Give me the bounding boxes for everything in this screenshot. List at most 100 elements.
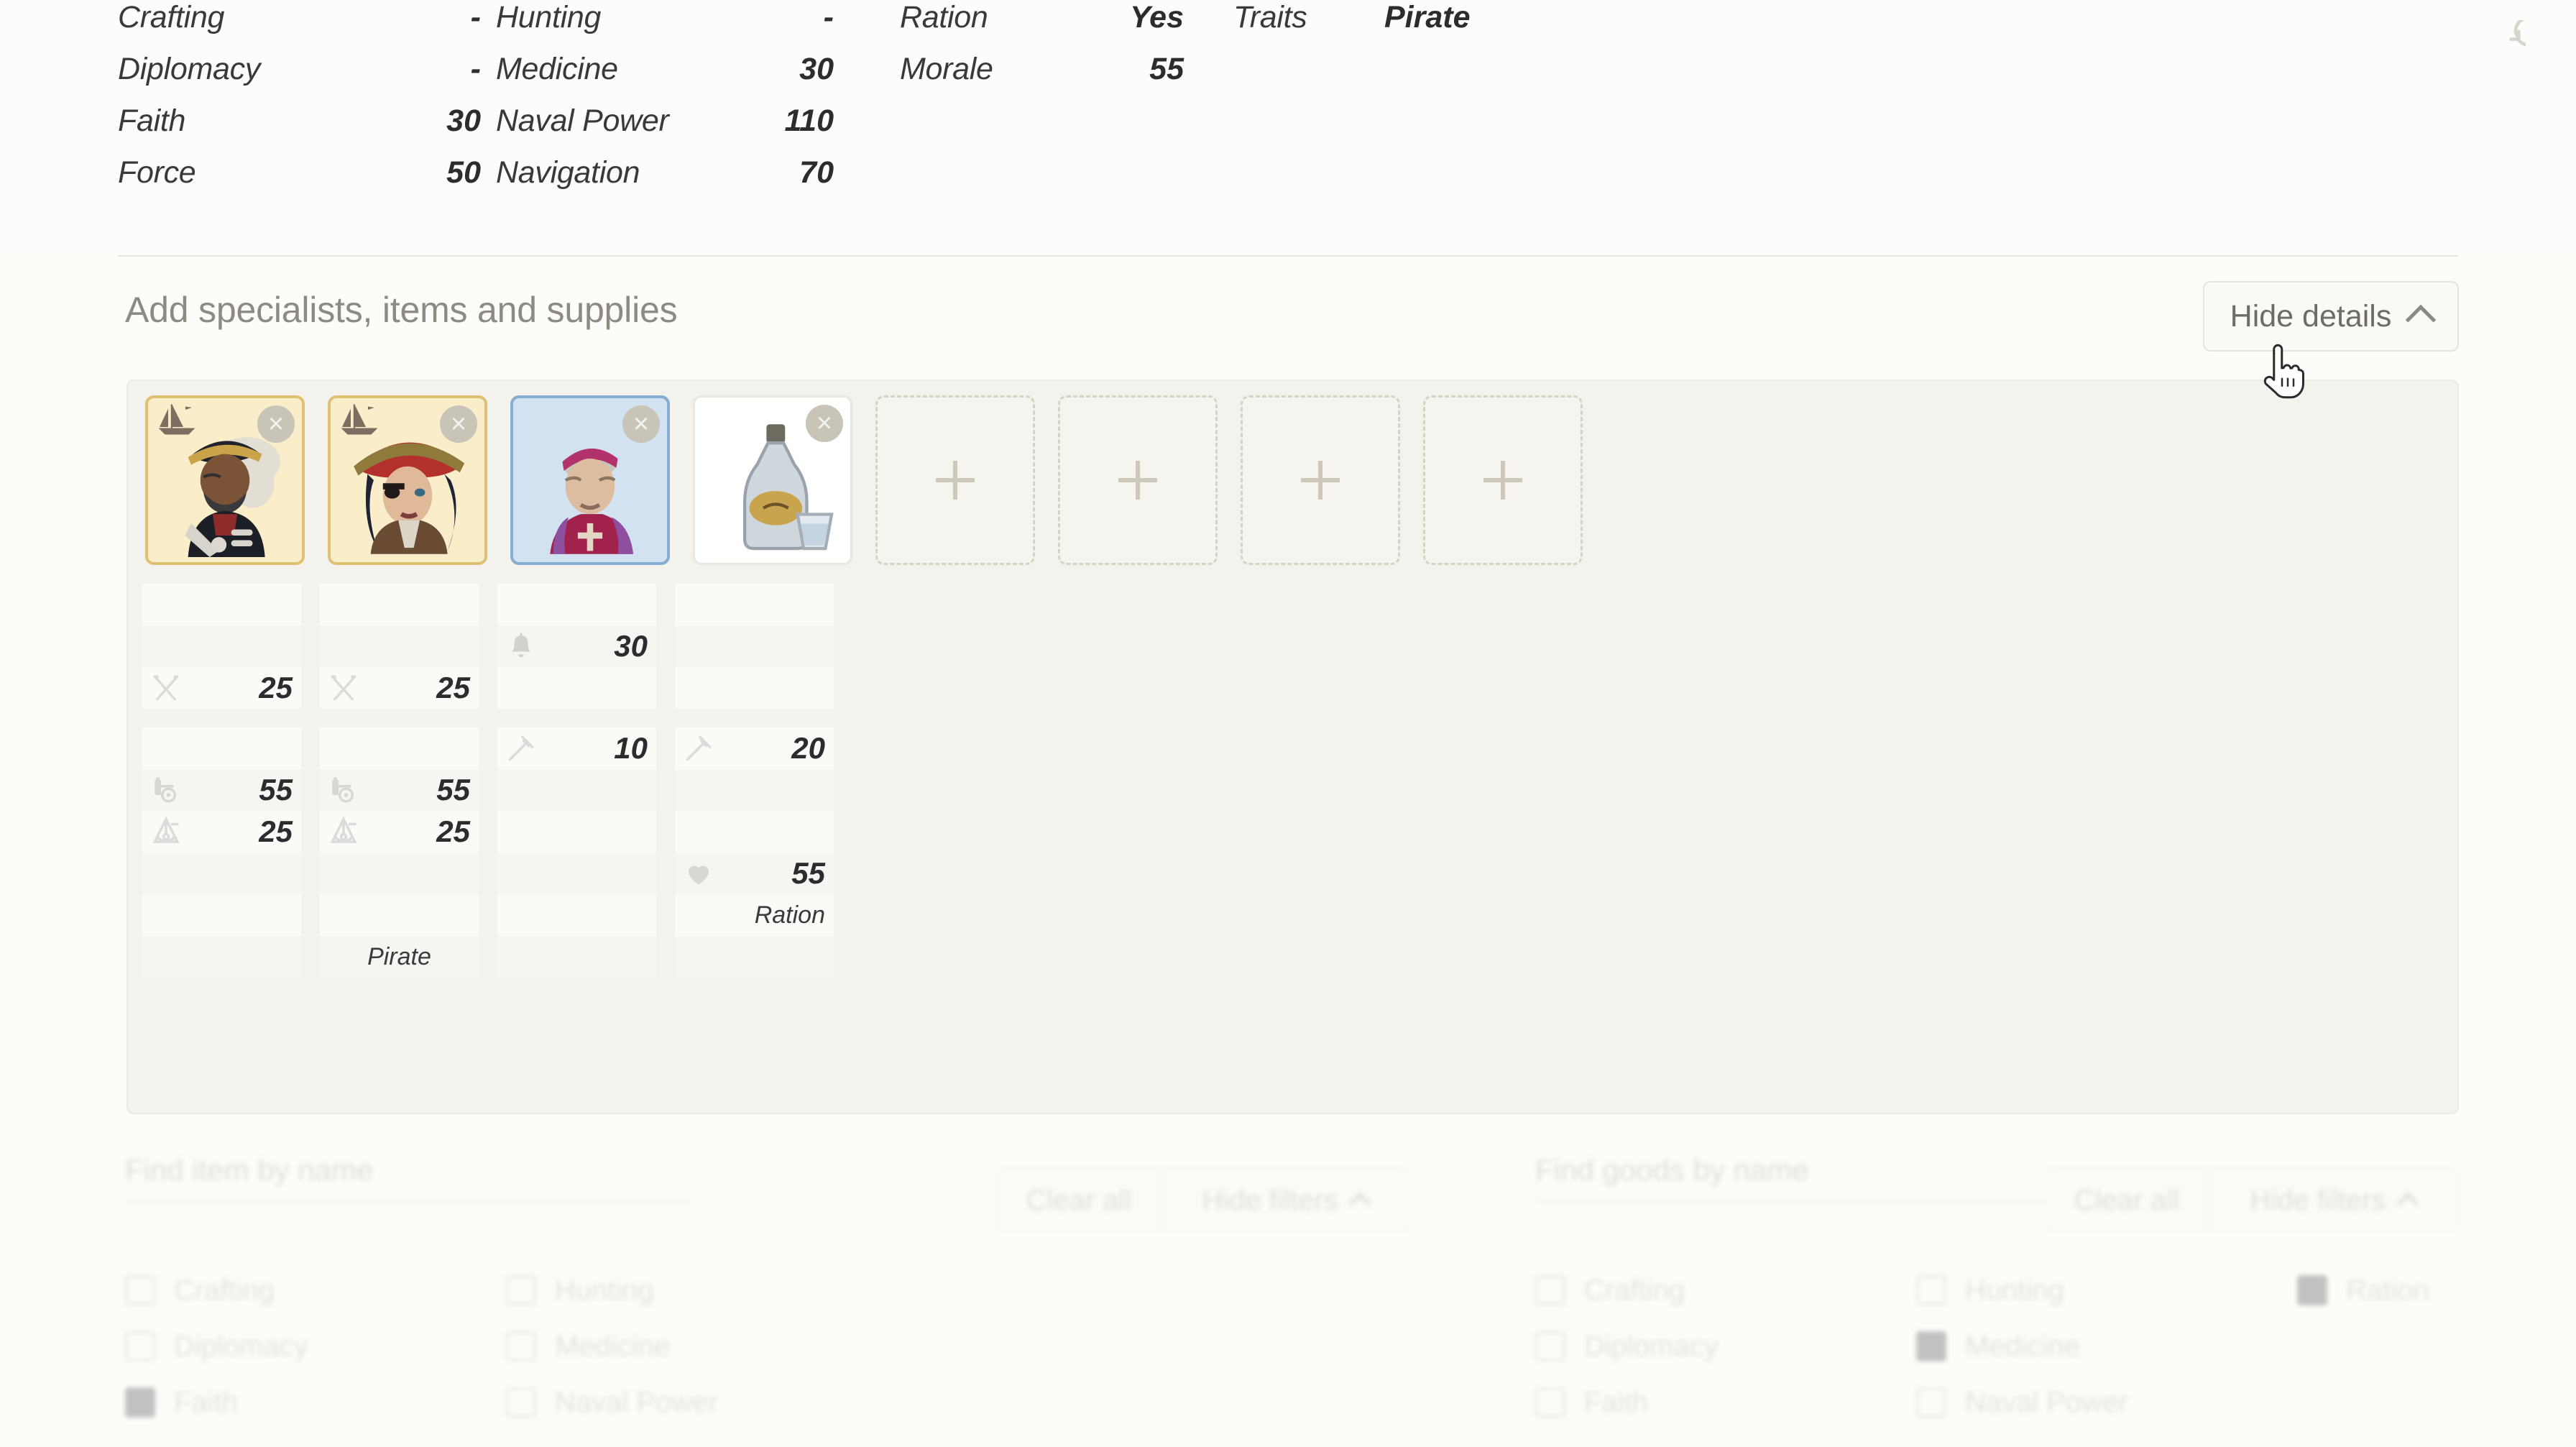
stat-cell-value: 55 bbox=[142, 769, 301, 811]
specialist-slot-1[interactable]: × bbox=[145, 395, 305, 565]
filter-checkbox-item[interactable]: Medicine bbox=[506, 1318, 887, 1374]
checkbox-icon[interactable] bbox=[2297, 1275, 2327, 1305]
filter-checkbox-item[interactable]: Ration bbox=[2297, 1262, 2576, 1318]
navigation-sextant-icon bbox=[328, 816, 359, 847]
checkbox-icon[interactable] bbox=[1916, 1331, 1946, 1361]
stat-grid-row: 55 bbox=[142, 853, 852, 894]
filter-checkbox-item[interactable]: Medicine bbox=[1916, 1318, 2297, 1374]
stat-cell-blank bbox=[320, 727, 479, 769]
filter-checkbox-item[interactable]: Diplomacy bbox=[125, 1318, 506, 1374]
checkbox-icon[interactable] bbox=[1535, 1275, 1565, 1305]
stat-grid-row: 55 55 bbox=[142, 769, 852, 811]
empty-slot-8[interactable] bbox=[1423, 395, 1583, 565]
faith-bell-icon bbox=[506, 631, 536, 661]
filter-checkbox-label: Ration bbox=[2346, 1274, 2429, 1306]
stat-cell-label: Pirate bbox=[367, 942, 431, 970]
stat-row: Force 50 bbox=[118, 155, 481, 207]
empty-slot-5[interactable] bbox=[875, 395, 1035, 565]
stat-cell-blank bbox=[142, 727, 301, 769]
checkbox-icon[interactable] bbox=[506, 1331, 536, 1361]
stat-grid-row: 25 25 bbox=[142, 667, 852, 709]
stat-cell-empty bbox=[675, 769, 834, 811]
chevron-up-icon bbox=[1348, 1191, 1372, 1215]
stat-cell-blank bbox=[497, 894, 656, 936]
loadout-builder-panel: × × × × 30 25 25 10 20 55 55 25 25 55 Ration Pirate bbox=[126, 380, 2459, 1114]
filter-checkbox-item[interactable]: Hunting bbox=[1916, 1262, 2297, 1318]
stat-value: - bbox=[470, 0, 481, 35]
stat-cell-number: 10 bbox=[614, 731, 648, 765]
filter-checkbox-label: Naval Power bbox=[1965, 1386, 2128, 1418]
checkbox-icon[interactable] bbox=[1535, 1331, 1565, 1361]
clear-all-button-goods[interactable]: Clear all bbox=[2045, 1167, 2209, 1234]
filter-checkbox-item[interactable]: Hunting bbox=[506, 1262, 887, 1318]
filter-checkbox-label: Faith bbox=[174, 1386, 238, 1418]
stat-cell-blank bbox=[142, 894, 301, 936]
stat-cell-blank bbox=[142, 584, 301, 625]
stat-cell-value: 25 bbox=[320, 811, 479, 853]
filter-checkbox-label: Hunting bbox=[1965, 1274, 2064, 1306]
stat-grid-row: Ration bbox=[142, 894, 852, 936]
item-slot-4[interactable]: × bbox=[693, 395, 852, 565]
stat-cell-value: 30 bbox=[497, 625, 656, 667]
stat-cell-empty bbox=[675, 625, 834, 667]
stat-label: Crafting bbox=[118, 0, 225, 35]
plus-icon bbox=[936, 461, 975, 500]
hide-filters-button-goods[interactable]: Hide filters bbox=[2209, 1167, 2459, 1234]
stat-cell-value: 25 bbox=[320, 667, 479, 709]
stat-row: Navigation 70 bbox=[496, 155, 834, 207]
filters-layer: Find item by name Crafting Diplomacy Faith… bbox=[0, 1153, 2576, 1447]
specialist-slot-2[interactable]: × bbox=[328, 395, 487, 565]
hide-filters-button-items[interactable]: Hide filters bbox=[1161, 1167, 1411, 1234]
checkbox-icon[interactable] bbox=[125, 1331, 155, 1361]
empty-slot-6[interactable] bbox=[1058, 395, 1218, 565]
filter-checkbox-column: Crafting Diplomacy Faith bbox=[125, 1262, 506, 1430]
hide-details-button[interactable]: Hide details bbox=[2203, 281, 2459, 352]
stat-cell-number: 25 bbox=[436, 671, 470, 704]
checkbox-icon[interactable] bbox=[506, 1275, 536, 1305]
stat-cell-value: 25 bbox=[142, 811, 301, 853]
clear-all-button-items[interactable]: Clear all bbox=[997, 1167, 1161, 1234]
stat-label: Traits bbox=[1233, 0, 1307, 35]
empty-slot-7[interactable] bbox=[1241, 395, 1400, 565]
specialist-slot-3[interactable]: × bbox=[510, 395, 670, 565]
stat-value: - bbox=[823, 0, 834, 35]
stat-label: Hunting bbox=[496, 0, 602, 35]
plus-icon bbox=[1484, 461, 1522, 500]
checkbox-icon[interactable] bbox=[125, 1387, 155, 1418]
remove-slot-icon[interactable]: × bbox=[440, 405, 477, 443]
medicine-syringe-icon bbox=[506, 733, 536, 763]
stat-cell-blank bbox=[497, 584, 656, 625]
filter-checkbox-item[interactable]: Diplomacy bbox=[1535, 1318, 1916, 1374]
filter-checkbox-item[interactable]: Faith bbox=[1535, 1374, 1916, 1430]
grid-row-spacer bbox=[142, 709, 852, 727]
stat-cell-number: 55 bbox=[791, 856, 825, 890]
hide-details-label: Hide details bbox=[2230, 298, 2392, 334]
stat-cell-empty bbox=[142, 853, 301, 894]
filter-checkbox-item[interactable]: Crafting bbox=[1535, 1262, 1916, 1318]
stat-grid-row: 30 bbox=[142, 625, 852, 667]
stat-cell-empty bbox=[497, 769, 656, 811]
remove-slot-icon[interactable]: × bbox=[622, 405, 660, 443]
filter-checkbox-item[interactable]: Naval Power bbox=[506, 1374, 887, 1430]
refresh-icon[interactable] bbox=[2484, 15, 2545, 62]
chevron-up-icon bbox=[2396, 1191, 2420, 1215]
stats-column-d: Traits Pirate bbox=[1233, 0, 1528, 52]
add-specialists-header: Add specialists, items and supplies Hide… bbox=[0, 281, 2576, 364]
checkbox-icon[interactable] bbox=[506, 1387, 536, 1418]
stat-cell-value: 55 bbox=[675, 853, 834, 894]
remove-slot-icon[interactable]: × bbox=[257, 405, 295, 443]
remove-slot-icon[interactable]: × bbox=[806, 405, 843, 442]
stat-cell-blank bbox=[675, 667, 834, 709]
filter-checkbox-item[interactable]: Crafting bbox=[125, 1262, 506, 1318]
checkbox-icon[interactable] bbox=[125, 1275, 155, 1305]
filter-checkbox-item[interactable]: Naval Power bbox=[1916, 1374, 2297, 1430]
clear-all-label: Clear all bbox=[2074, 1184, 2180, 1216]
checkbox-icon[interactable] bbox=[1916, 1275, 1946, 1305]
stat-value: - bbox=[470, 52, 481, 86]
checkbox-icon[interactable] bbox=[1916, 1387, 1946, 1418]
filter-checkbox-item[interactable]: Faith bbox=[125, 1374, 506, 1430]
stat-row: Naval Power 110 bbox=[496, 104, 834, 155]
checkbox-icon[interactable] bbox=[1535, 1387, 1565, 1418]
morale-heart-icon bbox=[684, 858, 714, 888]
item-search-input[interactable]: Find item by name bbox=[125, 1153, 1059, 1188]
